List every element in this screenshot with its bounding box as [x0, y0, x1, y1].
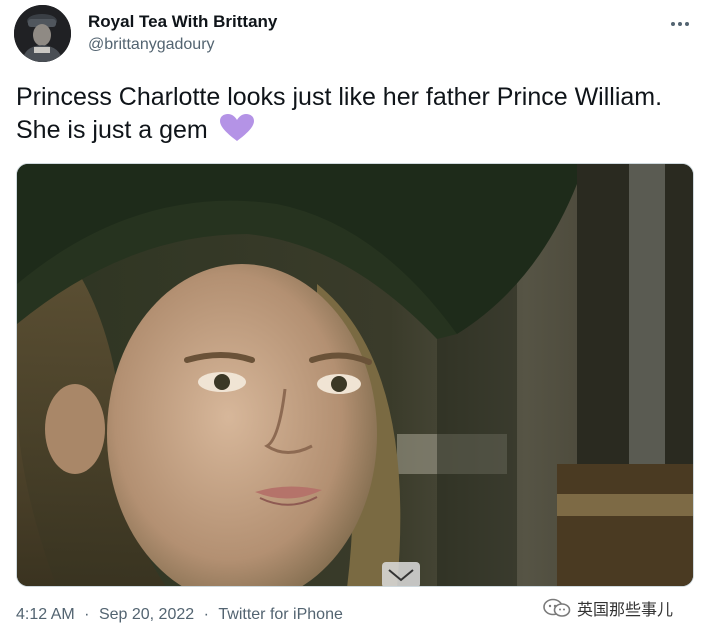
tweet-date[interactable]: Sep 20, 2022 — [99, 606, 194, 624]
purple-heart-emoji — [219, 114, 254, 141]
watermark-text: 英国那些事儿 — [577, 602, 674, 619]
tweet-meta: 4:12 AM · Sep 20, 2022 · Twitter for iPh… — [16, 606, 343, 624]
more-options-icon[interactable] — [668, 13, 692, 35]
meta-separator-2: · — [203, 606, 209, 623]
tweet-card: Royal Tea With Brittany @brittanygadoury… — [0, 0, 708, 639]
tweet-source[interactable]: Twitter for iPhone — [218, 606, 343, 624]
watermark: 英国那些事儿 — [543, 596, 673, 620]
watermark-logo-icon — [543, 598, 571, 617]
tweet-text: Princess Charlotte looks just like her f… — [16, 83, 663, 144]
author-handle[interactable]: @brittanygadoury — [88, 36, 215, 54]
tweet-text-block: Princess Charlotte looks just like her f… — [16, 81, 686, 146]
tweet-photo[interactable] — [16, 163, 694, 587]
avatar[interactable] — [14, 5, 71, 62]
author-name[interactable]: Royal Tea With Brittany — [88, 12, 277, 32]
meta-separator: · — [84, 606, 90, 623]
tweet-time[interactable]: 4:12 AM — [16, 606, 75, 624]
tweet-header: Royal Tea With Brittany @brittanygadoury — [14, 5, 694, 63]
